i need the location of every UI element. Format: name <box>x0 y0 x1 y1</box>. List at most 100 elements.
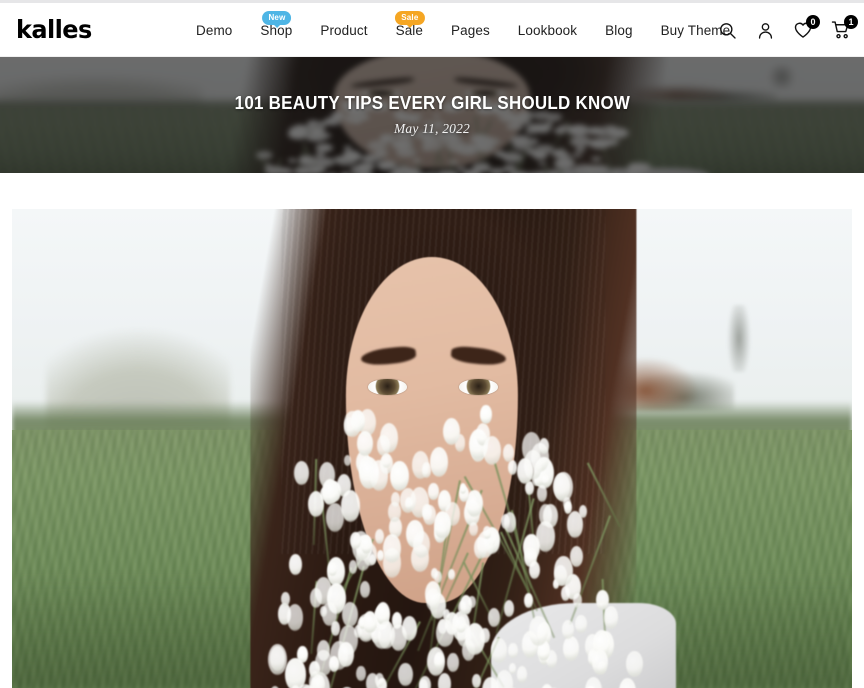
flower-blossom <box>538 437 549 455</box>
flower-blossom <box>390 460 410 492</box>
flower-blossom <box>343 417 356 436</box>
flower-blossom <box>309 587 323 609</box>
site-header: kalles Demo New Shop Product Sale Sale P… <box>0 3 864 57</box>
flower-blossom <box>596 589 609 610</box>
search-icon <box>719 22 736 39</box>
flower-blossom <box>541 683 554 688</box>
flower-blossom <box>387 501 401 523</box>
flower-blossom <box>517 666 528 683</box>
flower-blossom <box>566 511 584 538</box>
nav-item-shop[interactable]: New Shop <box>246 3 306 57</box>
nav-badge-new: New <box>262 11 292 28</box>
flower-blossom <box>523 593 533 609</box>
windmill-shape <box>717 305 760 373</box>
nav-badge-sale: Sale <box>395 11 425 28</box>
nav-item-label: Blog <box>605 22 633 38</box>
account-button[interactable] <box>754 19 776 41</box>
flower-blossom <box>363 610 377 633</box>
nav-item-label: Pages <box>451 22 490 38</box>
nav-item-sale[interactable]: Sale Sale <box>382 3 437 57</box>
featured-photo <box>12 209 852 688</box>
flower-blossom <box>503 599 514 617</box>
flower-blossom <box>507 460 517 475</box>
flower-blossom <box>604 606 619 629</box>
article-area <box>0 173 864 688</box>
flower-blossom <box>561 619 574 639</box>
site-logo[interactable]: kalles <box>16 17 92 42</box>
flower-blossom <box>626 650 643 678</box>
hero-banner: 101 BEAUTY TIPS EVERY GIRL SHOULD KNOW M… <box>0 57 864 173</box>
wishlist-button[interactable]: 0 <box>792 15 820 41</box>
flower-blossom <box>342 601 358 627</box>
nav-item-blog[interactable]: Blog <box>591 3 646 57</box>
flower-blossom <box>338 641 354 668</box>
flower-blossom <box>401 616 417 641</box>
flower-blossom <box>472 674 481 688</box>
search-button[interactable] <box>716 19 738 41</box>
flower-stem <box>587 462 622 528</box>
flower-blossom <box>436 618 454 647</box>
flower-blossom <box>368 553 376 566</box>
flower-blossom <box>366 673 379 688</box>
flower-blossom <box>398 663 413 687</box>
flower-blossom <box>360 580 371 598</box>
flower-blossom <box>469 521 478 536</box>
flower-blossom <box>286 604 303 631</box>
flower-bouquet-featured <box>247 382 650 688</box>
nav-item-lookbook[interactable]: Lookbook <box>504 3 591 57</box>
flower-blossom <box>459 483 467 494</box>
header-icon-group: 0 1 <box>716 3 858 57</box>
flower-blossom <box>575 615 587 634</box>
flower-blossom <box>491 637 507 663</box>
flower-blossom <box>428 482 439 500</box>
flower-blossom <box>483 526 491 539</box>
flower-blossom <box>281 591 291 606</box>
flower-blossom <box>349 531 361 550</box>
nav-item-demo[interactable]: Demo <box>196 3 246 57</box>
flower-blossom <box>412 530 430 559</box>
flower-blossom <box>447 568 455 581</box>
featured-image <box>12 209 852 688</box>
flower-blossom <box>433 510 452 539</box>
flower-blossom <box>382 534 401 564</box>
flower-blossom <box>541 473 549 486</box>
flower-blossom <box>528 561 540 580</box>
flower-blossom <box>584 676 603 688</box>
cart-button[interactable]: 1 <box>830 15 858 41</box>
flower-blossom <box>495 670 514 688</box>
flower-blossom <box>348 559 358 574</box>
flower-blossom <box>320 606 327 617</box>
flower-blossom <box>480 405 492 425</box>
flower-blossom <box>482 435 502 466</box>
post-date: May 11, 2022 <box>393 121 470 136</box>
flower-blossom <box>507 642 518 659</box>
flower-blossom <box>329 655 340 672</box>
flower-blossom <box>572 592 582 608</box>
flower-blossom <box>468 595 476 608</box>
flower-blossom <box>536 485 547 503</box>
flower-blossom <box>563 635 579 661</box>
flower-blossom <box>357 430 373 457</box>
flower-blossom <box>560 585 571 602</box>
flower-blossom <box>447 652 459 672</box>
flower-blossom <box>618 678 636 688</box>
flower-blossom <box>437 673 451 688</box>
flower-blossom <box>356 666 366 682</box>
flower-blossom <box>422 462 432 478</box>
flower-blossom <box>294 461 310 486</box>
user-icon <box>758 22 772 39</box>
hero-content: 101 BEAUTY TIPS EVERY GIRL SHOULD KNOW M… <box>0 57 864 173</box>
flower-blossom <box>591 648 608 675</box>
nav-item-product[interactable]: Product <box>306 3 381 57</box>
flower-blossom <box>289 554 303 575</box>
flower-blossom <box>377 621 395 649</box>
nav-item-pages[interactable]: Pages <box>437 3 504 57</box>
flower-blossom <box>374 529 384 545</box>
nav-item-label: Demo <box>196 22 233 38</box>
flower-blossom <box>340 489 361 522</box>
main-navigation: Demo New Shop Product Sale Sale Pages Lo… <box>196 3 744 57</box>
flower-blossom <box>429 447 449 478</box>
cart-count-badge: 1 <box>844 15 858 29</box>
flower-blossom <box>404 497 413 511</box>
wishlist-count-badge: 0 <box>806 15 820 29</box>
